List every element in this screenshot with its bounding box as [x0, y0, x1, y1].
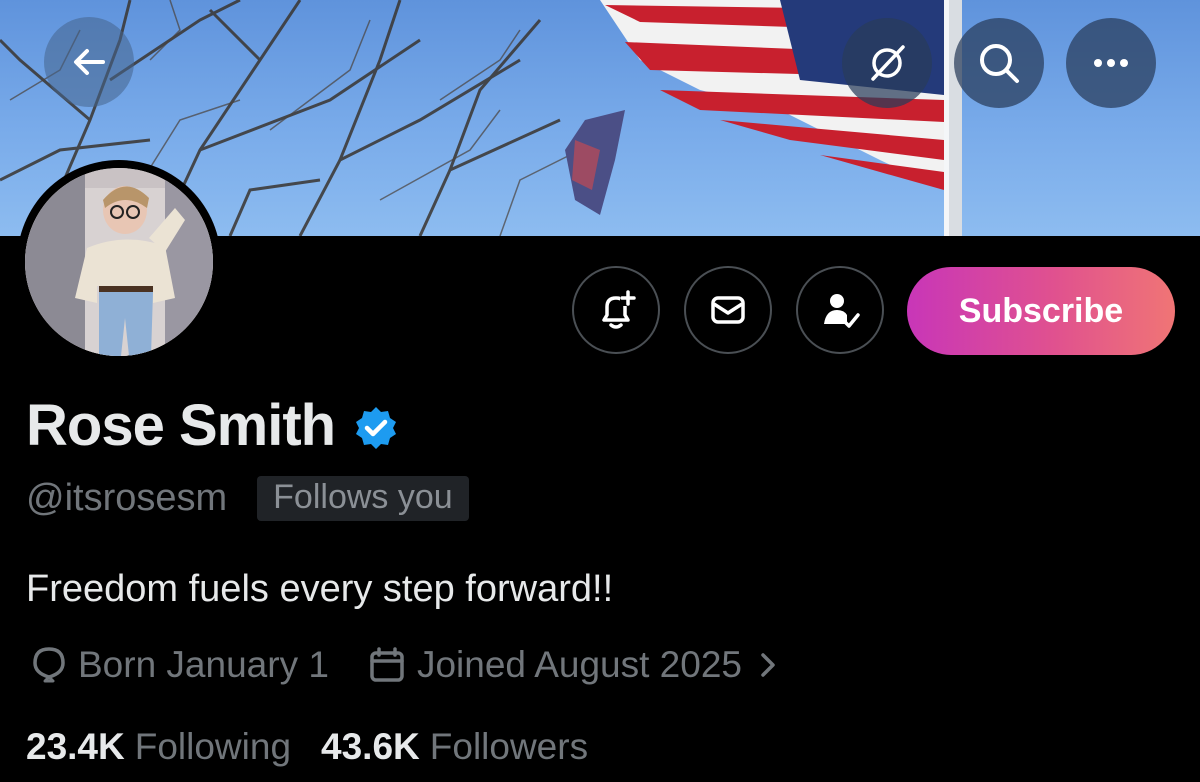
- subscribe-button[interactable]: Subscribe: [907, 267, 1175, 355]
- followers-label: Followers: [429, 726, 589, 767]
- display-name: Rose Smith: [26, 393, 336, 458]
- joined-item[interactable]: Joined August 2025: [367, 644, 788, 686]
- birthday-item: Born January 1: [30, 644, 329, 686]
- profile-meta: Born January 1 Joined August 2025: [30, 644, 788, 686]
- more-horizontal-icon: [1094, 59, 1128, 67]
- verified-badge-icon[interactable]: [353, 405, 399, 451]
- notify-button[interactable]: [572, 266, 660, 354]
- following-count: 23.4K: [26, 726, 125, 767]
- profile-bio: Freedom fuels every step forward!!: [26, 568, 614, 610]
- birthday-text: Born January 1: [78, 644, 329, 685]
- followers-count: 43.6K: [321, 726, 420, 767]
- follows-you-badge: Follows you: [257, 476, 469, 521]
- bell-plus-icon: [602, 290, 636, 329]
- chevron-right-icon: [761, 653, 775, 677]
- envelope-icon: [711, 296, 745, 324]
- balloon-icon: [33, 647, 65, 683]
- avatar[interactable]: [17, 160, 221, 364]
- arrow-left-icon: [74, 49, 105, 75]
- profile-name-row: Rose Smith: [26, 392, 399, 459]
- grok-button[interactable]: [842, 18, 932, 108]
- profile-stats: 23.4K Following 43.6K Followers: [26, 726, 588, 768]
- followers-stat[interactable]: 43.6K Followers: [321, 726, 588, 768]
- following-label: Following: [134, 726, 292, 767]
- handle-row: @itsrosesm Follows you: [26, 476, 469, 521]
- following-stat[interactable]: 23.4K Following: [26, 726, 291, 768]
- person-check-icon: [824, 294, 860, 328]
- more-options-button[interactable]: [1066, 18, 1156, 108]
- following-button[interactable]: [796, 266, 884, 354]
- message-button[interactable]: [684, 266, 772, 354]
- username-handle: @itsrosesm: [26, 477, 228, 519]
- calendar-icon: [370, 647, 404, 682]
- back-button[interactable]: [44, 17, 134, 107]
- search-icon: [980, 44, 1019, 83]
- joined-text: Joined August 2025: [416, 644, 742, 685]
- search-button[interactable]: [954, 18, 1044, 108]
- grok-icon: [871, 45, 905, 81]
- avatar-image: [25, 168, 213, 356]
